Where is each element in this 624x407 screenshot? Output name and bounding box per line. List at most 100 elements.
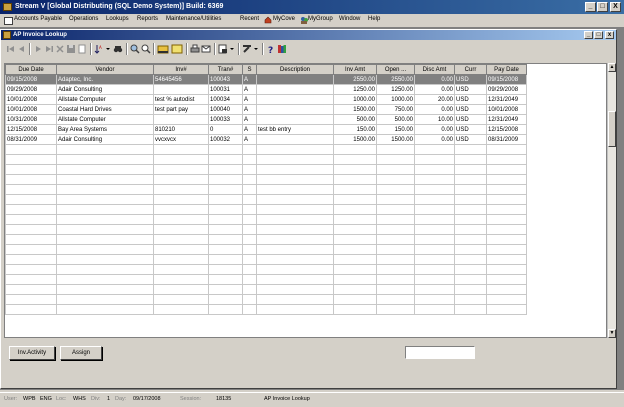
cell-currency[interactable]: USD: [454, 124, 487, 135]
cell-inv-number[interactable]: [153, 84, 209, 95]
menu-operations[interactable]: Operations: [69, 16, 98, 22]
cell-status[interactable]: A: [242, 104, 257, 115]
save-icon[interactable]: [66, 44, 76, 54]
cell-disc-amt[interactable]: 10.00: [414, 114, 455, 125]
col-currency[interactable]: Curr: [454, 64, 487, 75]
menu-mygroup[interactable]: MyGroup: [308, 16, 333, 22]
mail-icon[interactable]: [201, 44, 211, 54]
cell-description[interactable]: [256, 114, 334, 125]
col-description[interactable]: Description: [256, 64, 334, 75]
vertical-scrollbar[interactable]: ▲ ▼: [607, 63, 616, 338]
cell-disc-amt[interactable]: 0.00: [414, 134, 455, 145]
cell-due-date[interactable]: 09/15/2008: [5, 74, 57, 85]
cell-pay-date[interactable]: 09/29/2008: [486, 84, 527, 95]
child-minimize-button[interactable]: _: [584, 31, 593, 39]
cell-description[interactable]: [256, 104, 334, 115]
zoom-icon[interactable]: [141, 44, 151, 54]
menu-maintenance-utilities[interactable]: Maintenance/Utilities: [166, 16, 221, 22]
cell-status[interactable]: A: [242, 134, 257, 145]
cell-inv-number[interactable]: 810210: [153, 124, 209, 135]
menu-lookups[interactable]: Lookups: [106, 16, 129, 22]
cell-pay-date[interactable]: 12/15/2008: [486, 124, 527, 135]
document-icon[interactable]: [77, 44, 87, 54]
cell-vendor[interactable]: Allstate Computer: [56, 94, 154, 105]
cell-inv-amt[interactable]: 2550.00: [333, 74, 377, 85]
cell-inv-amt[interactable]: 1500.00: [333, 104, 377, 115]
cell-open-amt[interactable]: 1000.00: [376, 94, 415, 105]
cell-vendor[interactable]: Bay Area Systems: [56, 124, 154, 135]
col-inv-amt[interactable]: Inv Amt: [333, 64, 377, 75]
find-icon[interactable]: [130, 44, 140, 54]
table-row[interactable]: 08/31/2009 Adair Consulting vvcxvcx 100032 A…: [5, 134, 527, 145]
prev-record-icon[interactable]: [17, 44, 27, 54]
cell-inv-number[interactable]: 54645456: [153, 74, 209, 85]
cell-vendor[interactable]: Adair Consulting: [56, 84, 154, 95]
cell-disc-amt[interactable]: 0.00: [414, 124, 455, 135]
next-record-icon[interactable]: [33, 44, 43, 54]
col-inv-number[interactable]: Inv#: [153, 64, 209, 75]
notes-icon[interactable]: [171, 44, 183, 54]
col-open-amt[interactable]: Open ...: [376, 64, 415, 75]
table-row[interactable]: 09/29/2008 Adair Consulting 100031 A 1250.00…: [5, 84, 527, 95]
cell-vendor[interactable]: Coastal Hard Drives: [56, 104, 154, 115]
cell-currency[interactable]: USD: [454, 104, 487, 115]
cell-tran-number[interactable]: 100040: [208, 104, 243, 115]
cell-pay-date[interactable]: 12/31/2049: [486, 94, 527, 105]
menu-reports[interactable]: Reports: [137, 16, 158, 22]
cell-disc-amt[interactable]: 0.00: [414, 84, 455, 95]
cell-inv-number[interactable]: test % autodist: [153, 94, 209, 105]
col-disc-amt[interactable]: Disc Amt: [414, 64, 455, 75]
cell-currency[interactable]: USD: [454, 94, 487, 105]
cell-description[interactable]: [256, 134, 334, 145]
menu-accounts-payable[interactable]: Accounts Payable: [14, 16, 62, 22]
menu-help[interactable]: Help: [368, 16, 380, 22]
scroll-up-icon[interactable]: ▲: [608, 63, 616, 72]
col-status[interactable]: S: [242, 64, 257, 75]
cell-open-amt[interactable]: 1250.00: [376, 84, 415, 95]
cell-inv-amt[interactable]: 500.00: [333, 114, 377, 125]
cell-currency[interactable]: USD: [454, 114, 487, 125]
sort-icon[interactable]: A: [94, 44, 104, 54]
cell-inv-amt[interactable]: 1250.00: [333, 84, 377, 95]
cell-description[interactable]: [256, 94, 334, 105]
cell-description[interactable]: [256, 74, 334, 85]
folder-icon[interactable]: [157, 44, 169, 54]
delete-icon[interactable]: [55, 44, 65, 54]
binoculars-icon[interactable]: [113, 44, 123, 54]
cell-due-date[interactable]: 08/31/2009: [5, 134, 57, 145]
cell-open-amt[interactable]: 1500.00: [376, 134, 415, 145]
table-row[interactable]: 10/01/2008 Allstate Computer test % autodi…: [5, 94, 527, 105]
report-dropdown-icon[interactable]: [229, 44, 235, 54]
cell-tran-number[interactable]: 0: [208, 124, 243, 135]
cell-disc-amt[interactable]: 0.00: [414, 104, 455, 115]
table-row[interactable]: 09/15/2008 Adaptec, Inc. 54645456 100043 A 25…: [5, 74, 527, 85]
cell-status[interactable]: A: [242, 74, 257, 85]
cell-status[interactable]: A: [242, 124, 257, 135]
print-icon[interactable]: [190, 44, 200, 54]
tools-icon[interactable]: [242, 44, 252, 54]
child-title-bar[interactable]: AP Invoice Lookup _ □ x: [1, 30, 616, 40]
first-record-icon[interactable]: [6, 44, 16, 54]
cell-currency[interactable]: USD: [454, 74, 487, 85]
cell-disc-amt[interactable]: 0.00: [414, 74, 455, 85]
cell-inv-amt[interactable]: 1500.00: [333, 134, 377, 145]
menu-window[interactable]: Window: [339, 16, 360, 22]
help-icon[interactable]: ?: [266, 44, 276, 56]
cell-open-amt[interactable]: 500.00: [376, 114, 415, 125]
cell-pay-date[interactable]: 10/01/2008: [486, 104, 527, 115]
cell-vendor[interactable]: Adair Consulting: [56, 134, 154, 145]
report-icon[interactable]: [218, 44, 228, 54]
last-record-icon[interactable]: [44, 44, 54, 54]
cell-inv-amt[interactable]: 150.00: [333, 124, 377, 135]
table-row[interactable]: 10/31/2008 Allstate Computer 100033 A 500.00…: [5, 114, 527, 125]
cell-vendor[interactable]: Adaptec, Inc.: [56, 74, 154, 85]
close-button[interactable]: X: [610, 2, 621, 12]
cell-description[interactable]: [256, 84, 334, 95]
table-row[interactable]: 12/15/2008 Bay Area Systems 810210 0 Atest b…: [5, 124, 527, 135]
cell-description[interactable]: test bb entry: [256, 124, 334, 135]
cell-pay-date[interactable]: 08/31/2009: [486, 134, 527, 145]
child-maximize-button[interactable]: □: [594, 31, 603, 39]
cell-status[interactable]: A: [242, 94, 257, 105]
tools-dropdown-icon[interactable]: [253, 44, 259, 54]
cell-currency[interactable]: USD: [454, 134, 487, 145]
